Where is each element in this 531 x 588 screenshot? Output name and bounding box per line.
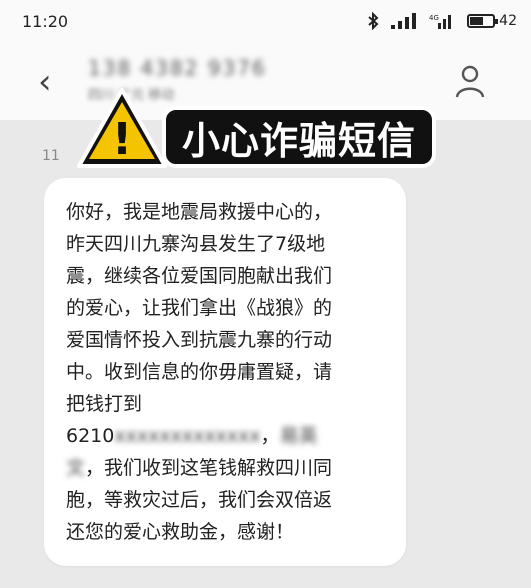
person-icon[interactable] <box>455 64 485 98</box>
battery-indicator: 42 <box>467 13 517 29</box>
contact-number: 138 4382 9376 <box>88 56 267 80</box>
back-arrow-icon[interactable]: ‹ <box>38 62 52 102</box>
status-bar: 11:20 4G 42 <box>0 0 531 42</box>
wifi-icon: 4G <box>429 14 452 29</box>
account-name-redacted: 易英 <box>279 425 318 447</box>
message-bubble[interactable]: 你好，我是地震局救援中心的， 昨天四川九寨沟县发生了7级地 震，继续各位爱国同胞… <box>44 178 406 566</box>
message-line: 震，继续各位爱国同胞献出我们 <box>66 265 333 287</box>
message-line-account: 6210xxxxxxxxxxxxx，易英 <box>66 420 388 452</box>
account-number-redacted: xxxxxxxxxxxxx <box>114 425 261 447</box>
battery-level: 42 <box>499 13 517 29</box>
message-line: 的爱心，让我们拿出《战狼》的 <box>66 297 333 319</box>
warning-banner-text: 小心诈骗短信 <box>182 118 417 163</box>
status-icons: 4G 42 <box>367 12 517 30</box>
message-line: 文，我们收到这笔钱解救四川同 <box>66 452 388 484</box>
message-line: 中。收到信息的你毋庸置疑，请 <box>66 361 333 383</box>
message-line: 你好，我是地震局救援中心的， <box>66 201 333 223</box>
message-line: 还您的爱心救助金，感谢！ <box>66 521 295 543</box>
message-line: 昨天四川九寨沟县发生了7级地 <box>66 233 326 255</box>
battery-icon <box>467 14 499 28</box>
signal-icon <box>391 13 417 29</box>
warning-triangle-icon: ! <box>77 88 167 168</box>
message-text: ，我们收到这笔钱解救四川同 <box>85 457 333 479</box>
status-time: 11:20 <box>22 11 69 31</box>
warning-banner: 小心诈骗短信 <box>162 106 437 168</box>
account-separator: ， <box>260 425 280 447</box>
svg-text:4G: 4G <box>429 14 439 22</box>
warning-glyph: ! <box>112 114 132 165</box>
account-prefix: 6210 <box>66 425 115 447</box>
bluetooth-icon <box>368 12 379 30</box>
message-timestamp: 11 <box>42 148 60 164</box>
message-line: 爱国情怀投入到抗震九寨的行动 <box>66 329 333 351</box>
message-line: 胞，等救灾过后，我们会双倍返 <box>66 489 333 511</box>
message-line: 把钱打到 <box>66 393 143 415</box>
account-name-redacted: 文 <box>66 457 86 479</box>
